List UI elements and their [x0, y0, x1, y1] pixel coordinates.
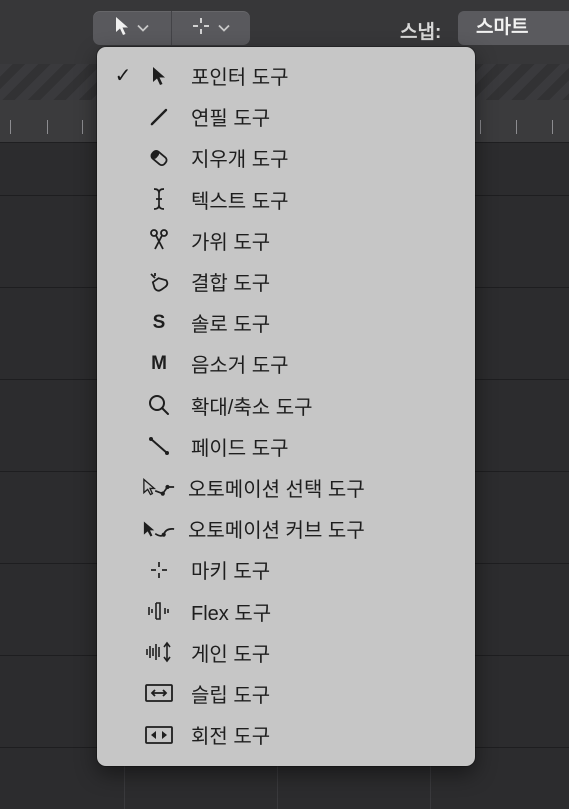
eraser-icon — [142, 143, 176, 173]
rotate-icon — [142, 720, 176, 750]
menu-item-label: 마키 도구 — [191, 561, 271, 584]
ruler-tick — [516, 120, 517, 134]
menu-item-label: 슬립 도구 — [191, 684, 271, 707]
ruler-tick — [47, 120, 48, 134]
menu-item-fade-tool[interactable]: 페이드 도구 — [97, 426, 475, 467]
menu-item-zoom-tool[interactable]: 확대/축소 도구 — [97, 385, 475, 426]
slip-icon — [142, 678, 176, 708]
command-click-tool-button[interactable] — [171, 11, 250, 45]
menu-item-label: 확대/축소 도구 — [191, 396, 313, 419]
marquee-crosshair-icon — [142, 555, 176, 585]
magnifier-icon — [142, 390, 176, 420]
chevron-down-icon — [218, 19, 230, 37]
menu-item-glue-tool[interactable]: 결합 도구 — [97, 261, 475, 302]
menu-item-pointer-tool[interactable]: ✓ 포인터 도구 — [97, 55, 475, 96]
menu-item-label: 페이드 도구 — [191, 437, 289, 460]
menu-item-eraser-tool[interactable]: 지우개 도구 — [97, 137, 475, 178]
menu-item-label: 결합 도구 — [191, 273, 271, 296]
marquee-crosshair-icon — [192, 17, 210, 40]
solo-letter-icon: S — [152, 311, 166, 333]
ruler-tick — [10, 120, 11, 134]
menu-item-label: 회전 도구 — [191, 726, 271, 749]
fade-line-icon — [142, 431, 176, 461]
chevron-down-icon — [137, 19, 149, 37]
menu-item-scissors-tool[interactable]: 가위 도구 — [97, 220, 475, 261]
menu-item-label: 솔로 도구 — [191, 314, 271, 337]
menu-item-label: 연필 도구 — [191, 108, 271, 131]
menu-item-rotate-tool[interactable]: 회전 도구 — [97, 714, 475, 755]
menu-item-label: 게인 도구 — [191, 643, 271, 666]
ruler-tick — [480, 120, 481, 134]
menu-item-label: 지우개 도구 — [191, 149, 289, 172]
tool-picker — [93, 11, 250, 45]
left-click-tool-button[interactable] — [93, 11, 171, 45]
automation-curve-icon — [142, 514, 176, 544]
menu-item-flex-tool[interactable]: Flex 도구 — [97, 590, 475, 631]
menu-item-slip-tool[interactable]: 슬립 도구 — [97, 673, 475, 714]
pointer-icon — [115, 16, 129, 41]
gain-icon — [142, 637, 176, 667]
snap-dropdown[interactable]: 스마트 — [458, 11, 569, 45]
pointer-icon — [142, 61, 176, 91]
menu-item-automation-curve-tool[interactable]: 오토메이션 커브 도구 — [97, 508, 475, 549]
menu-item-gain-tool[interactable]: 게인 도구 — [97, 632, 475, 673]
menu-item-label: 가위 도구 — [191, 231, 271, 254]
tool-menu: ✓ 포인터 도구 연필 도구 지우개 도구 텍스트 도구 가위 도구 결합 도구… — [97, 47, 475, 766]
menu-item-label: 포인터 도구 — [191, 67, 289, 90]
glue-icon — [142, 267, 176, 297]
menu-item-solo-tool[interactable]: S 솔로 도구 — [97, 302, 475, 343]
scissors-icon — [142, 225, 176, 255]
menu-item-label: 오토메이션 선택 도구 — [188, 478, 365, 501]
menu-item-label: Flex 도구 — [191, 602, 272, 625]
menu-item-pencil-tool[interactable]: 연필 도구 — [97, 96, 475, 137]
menu-item-label: 오토메이션 커브 도구 — [188, 520, 365, 543]
menu-item-label: 음소거 도구 — [191, 355, 289, 378]
menu-item-marquee-tool[interactable]: 마키 도구 — [97, 549, 475, 590]
menu-item-label: 텍스트 도구 — [191, 190, 289, 213]
checkmark-icon: ✓ — [114, 65, 132, 88]
menu-item-text-tool[interactable]: 텍스트 도구 — [97, 179, 475, 220]
snap-label: 스냅: — [400, 22, 442, 43]
pencil-icon — [142, 102, 176, 132]
ruler-tick — [552, 120, 553, 134]
menu-item-mute-tool[interactable]: M 음소거 도구 — [97, 343, 475, 384]
automation-select-icon — [142, 472, 176, 502]
flex-icon — [142, 596, 176, 626]
mute-letter-icon: M — [151, 352, 167, 374]
text-cursor-icon — [142, 184, 176, 214]
menu-item-automation-select-tool[interactable]: 오토메이션 선택 도구 — [97, 467, 475, 508]
ruler-tick — [82, 120, 83, 134]
